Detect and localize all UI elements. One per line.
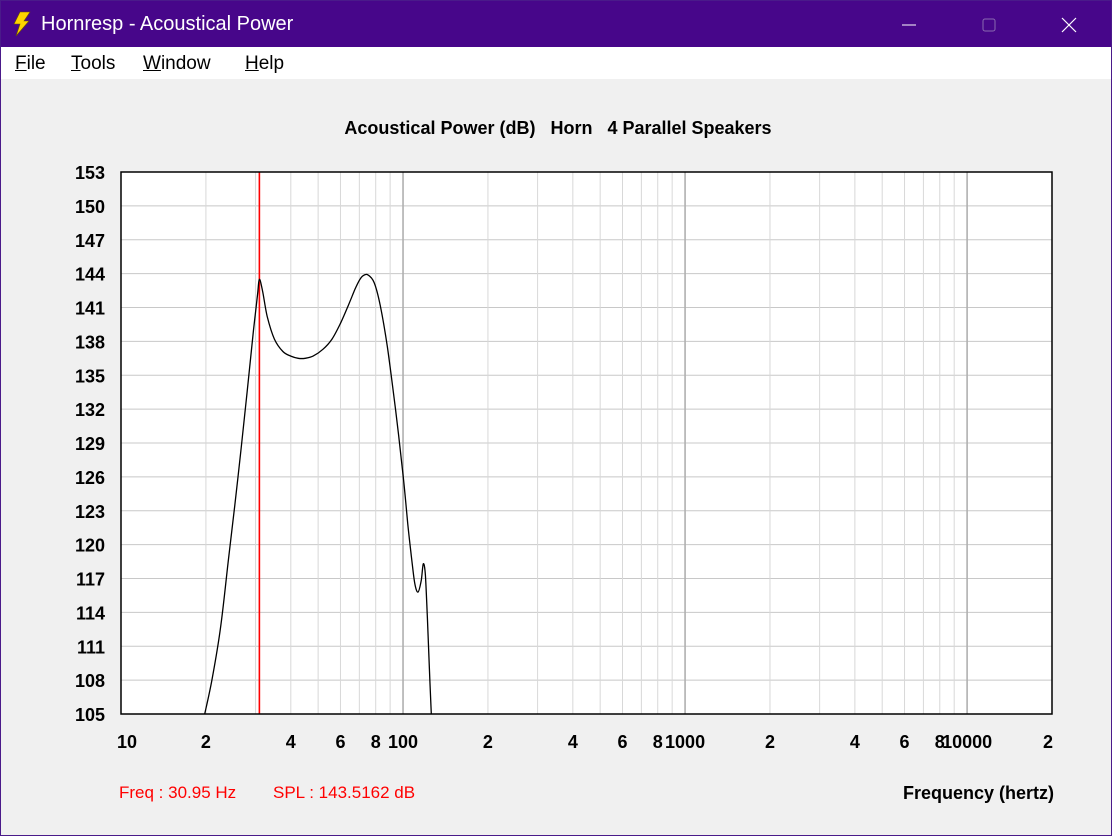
menu-tools[interactable]: Tools: [71, 53, 115, 75]
y-axis-ticks: 153 150 147 144 141 138 135 132 129 126 123 120 117 1…: [75, 163, 105, 725]
y-tick-label: 129: [75, 434, 105, 454]
spl-readout: SPL : 143.5162 dB: [273, 783, 415, 802]
close-icon: [1061, 17, 1077, 33]
chart-area: Acoustical Power (dB) Horn 4 Parallel Sp…: [1, 79, 1111, 835]
maximize-button[interactable]: [949, 1, 1029, 47]
menu-window[interactable]: Window: [143, 53, 211, 75]
x-tick-label: 6: [617, 732, 627, 752]
x-tick-label: 2: [201, 732, 211, 752]
x-tick-label: 6: [900, 732, 910, 752]
x-axis-label: Frequency (hertz): [903, 783, 1054, 803]
x-tick-label: 10000: [942, 732, 992, 752]
y-tick-label: 105: [75, 705, 105, 725]
x-tick-label: 4: [568, 732, 578, 752]
y-tick-label: 114: [76, 603, 105, 623]
title-bar[interactable]: Hornresp - Acoustical Power: [1, 1, 1111, 47]
menu-bar: File Tools Window Help: [1, 47, 1111, 79]
y-tick-label: 150: [75, 197, 105, 217]
chart-title: Acoustical Power (dB) Horn 4 Parallel Sp…: [344, 118, 771, 138]
y-tick-label: 153: [75, 163, 105, 183]
minimize-button[interactable]: [869, 1, 949, 47]
lightning-icon: [13, 11, 31, 37]
x-tick-label: 8: [371, 732, 381, 752]
y-tick-label: 126: [75, 468, 105, 488]
y-tick-label: 144: [75, 265, 105, 285]
x-tick-label: 2: [1043, 732, 1053, 752]
x-tick-label: 6: [335, 732, 345, 752]
x-tick-label: 8: [653, 732, 663, 752]
y-tick-label: 135: [75, 366, 105, 386]
y-tick-label: 108: [75, 671, 105, 691]
y-tick-label: 141: [75, 299, 105, 319]
y-tick-label: 147: [75, 231, 105, 251]
x-tick-label: 4: [286, 732, 296, 752]
x-tick-label: 10: [117, 732, 137, 752]
x-tick-label: 4: [850, 732, 860, 752]
y-tick-label: 111: [77, 637, 105, 657]
y-tick-label: 123: [75, 502, 105, 522]
y-tick-label: 138: [75, 332, 105, 352]
y-tick-label: 120: [75, 536, 105, 556]
y-tick-label: 117: [76, 570, 105, 590]
x-tick-label: 100: [388, 732, 418, 752]
grid: [121, 171, 1052, 715]
minimize-icon: [902, 24, 916, 26]
y-tick-label: 132: [75, 400, 105, 420]
app-window: Hornresp - Acoustical Power File Tools W…: [0, 0, 1112, 836]
x-tick-label: 2: [483, 732, 493, 752]
menu-help[interactable]: Help: [245, 53, 284, 75]
x-tick-label: 2: [765, 732, 775, 752]
x-tick-label: 1000: [665, 732, 705, 752]
window-title: Hornresp - Acoustical Power: [41, 13, 294, 35]
close-button[interactable]: [1029, 1, 1109, 47]
acoustical-power-chart[interactable]: Acoustical Power (dB) Horn 4 Parallel Sp…: [1, 79, 1111, 835]
freq-readout: Freq : 30.95 Hz: [119, 783, 236, 802]
menu-file[interactable]: File: [15, 53, 46, 75]
x-axis-ticks: 10 2 4 6 8 100 2 4 6 8 1000 2 4 6 810000 2: [117, 732, 1053, 752]
maximize-icon: [982, 18, 996, 32]
